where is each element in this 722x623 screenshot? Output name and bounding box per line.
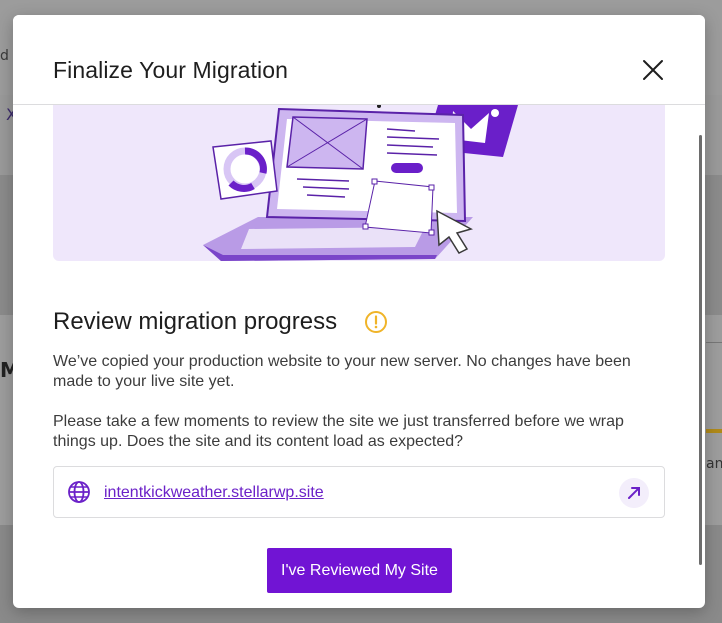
laptop-migration-illustration xyxy=(203,105,518,261)
site-url-box: intentkickweather.stellarwp.site xyxy=(53,466,665,518)
background-progress-bar xyxy=(706,429,722,433)
external-arrow-icon xyxy=(628,487,640,499)
site-url-link[interactable]: intentkickweather.stellarwp.site xyxy=(104,484,324,502)
instruction-paragraph: Please take a few moments to review the … xyxy=(53,413,624,450)
modal-title: Finalize Your Migration xyxy=(53,57,288,83)
close-button[interactable] xyxy=(639,56,667,84)
background-divider xyxy=(706,342,722,343)
description-paragraph: We’ve copied your production website to … xyxy=(53,353,631,390)
close-icon xyxy=(643,60,663,80)
migration-modal: Finalize Your Migration Review migration… xyxy=(13,15,705,608)
background-text-fragment-right: an xyxy=(706,456,722,472)
reviewed-site-button[interactable]: I've Reviewed My Site xyxy=(267,548,452,593)
open-site-button[interactable] xyxy=(619,478,649,508)
warning-circle-icon xyxy=(364,310,388,338)
hero-illustration xyxy=(53,105,665,261)
section-title: Review migration progress xyxy=(53,308,338,335)
modal-header: Finalize Your Migration xyxy=(13,15,705,105)
modal-body: Review migration progress We’ve copied y… xyxy=(13,105,705,608)
modal-scrollbar[interactable] xyxy=(699,135,702,565)
globe-icon xyxy=(67,480,91,508)
